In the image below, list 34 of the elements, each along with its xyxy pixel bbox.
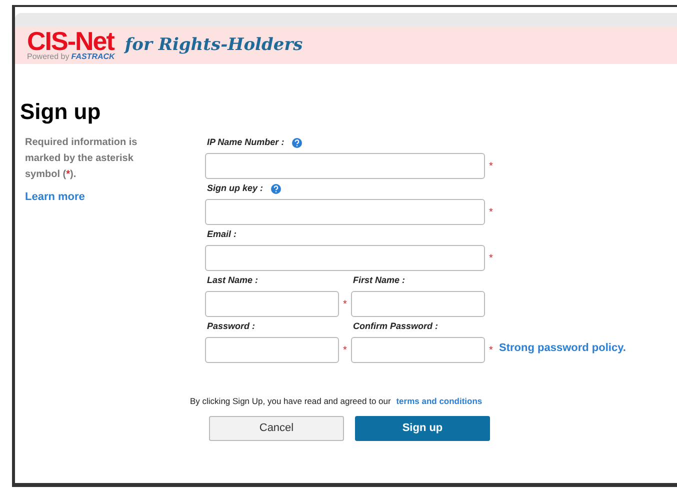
input-field[interactable]	[205, 199, 485, 225]
field-label: Last Name :	[207, 274, 258, 288]
input-field[interactable]	[351, 291, 485, 317]
input-field[interactable]	[351, 337, 485, 363]
input-field[interactable]	[205, 337, 339, 363]
required-asterisk: *	[488, 252, 494, 266]
terms-link[interactable]: terms and conditions	[396, 396, 482, 406]
tagline: for Rights-Holders	[124, 34, 303, 57]
input-field[interactable]	[205, 153, 485, 179]
required-asterisk: *	[488, 206, 494, 220]
learn-more-link[interactable]: Learn more	[25, 189, 165, 206]
required-asterisk: *	[488, 160, 494, 174]
required-asterisk: *	[488, 344, 494, 358]
password-policy-link[interactable]: Strong password policy.	[499, 340, 626, 356]
help-icon[interactable]	[292, 138, 302, 148]
required-note: Required information is marked by the asterisk symbol (*).	[25, 136, 138, 182]
brand-name: FASTRACK	[71, 52, 115, 61]
help-icon[interactable]	[271, 184, 282, 194]
powered-by: Powered by	[27, 52, 70, 61]
field-label: Password :	[207, 320, 256, 334]
field-label: First Name :	[353, 274, 406, 288]
required-asterisk: *	[342, 344, 348, 358]
logo: CIS-Net	[27, 30, 114, 52]
page-title: Sign up	[20, 99, 102, 125]
required-asterisk: *	[342, 298, 348, 312]
field-label: Email :	[207, 228, 237, 242]
consent-text: By clicking Sign Up, you have read and agreed to our terms and conditions	[190, 395, 484, 408]
sign-up-button[interactable]: Sign up	[355, 416, 490, 441]
field-label: Confirm Password :	[353, 320, 438, 334]
field-label: IP Name Number :	[207, 136, 284, 150]
cancel-button[interactable]: Cancel	[209, 416, 344, 441]
input-field[interactable]	[205, 245, 485, 271]
input-field[interactable]	[205, 291, 339, 317]
field-label: Sign up key :	[207, 182, 264, 196]
